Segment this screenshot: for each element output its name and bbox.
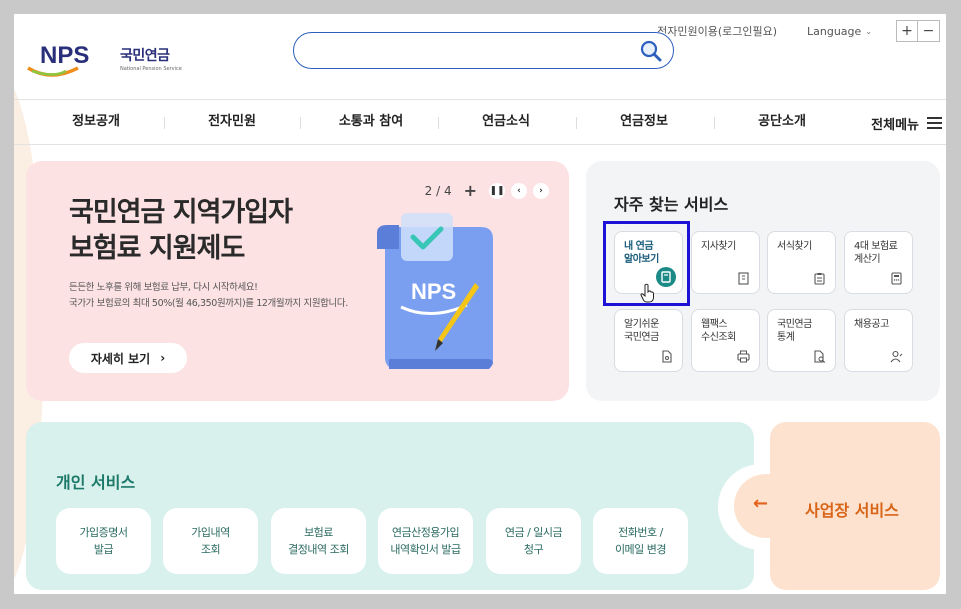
search-input[interactable] xyxy=(308,40,628,60)
search-box xyxy=(293,32,674,69)
banner-title: 국민연금 지역가입자 보험료 지원제도 xyxy=(69,197,293,264)
service-insurance-calculator[interactable]: 4대 보험료 계산기 xyxy=(844,231,913,294)
promo-banner[interactable]: 국민연금 지역가입자 보험료 지원제도 든든한 노후를 위해 보험료 납부, 다… xyxy=(26,161,569,401)
service-webfax[interactable]: 웹팩스 수신조회 xyxy=(691,309,760,372)
service-easy-pension[interactable]: 알기쉬운 국민연금 xyxy=(614,309,683,372)
main-nav: 정보공개 전자민원 소통과 참여 연금소식 연금정보 공단소개 전체메뉴 xyxy=(14,99,946,145)
nav-item-about[interactable]: 공단소개 xyxy=(742,100,822,146)
service-branch-finder[interactable]: 지사찾기 xyxy=(691,231,760,294)
page-frame: 전자민원이용(로그인필요) Language ⌄ + − NPS 국민연금 Na… xyxy=(14,14,946,594)
banner-description: 든든한 노후를 위해 보험료 납부, 다시 시작하세요! 국가가 보험료의 최대… xyxy=(69,282,348,309)
business-label: 사업장 서비스 xyxy=(805,501,899,520)
illustration-text: NPS xyxy=(411,279,456,304)
nav-item-civil[interactable]: 전자민원 xyxy=(192,100,272,146)
nav-divider xyxy=(164,117,165,129)
nav-divider xyxy=(438,117,439,129)
personal-pension-claim[interactable]: 연금 / 일시금 청구 xyxy=(486,508,581,574)
personal-subscription-history[interactable]: 가입내역 조회 xyxy=(163,508,258,574)
banner-plus-button[interactable]: + xyxy=(464,181,477,200)
nav-divider xyxy=(576,117,577,129)
nps-logo-icon: NPS xyxy=(27,42,89,77)
person-icon xyxy=(890,350,903,363)
chevron-down-icon: ⌄ xyxy=(865,26,872,36)
civil-login-link[interactable]: 전자민원이용(로그인필요) xyxy=(657,23,777,39)
banner-more-label: 자세히 보기 xyxy=(90,351,151,366)
all-menu-button[interactable]: 전체메뉴 xyxy=(871,100,942,146)
chevron-right-icon: › xyxy=(160,351,166,365)
nps-document-illustration-icon: NPS xyxy=(377,213,493,369)
nav-item-pension-info[interactable]: 연금정보 xyxy=(604,100,684,146)
arrow-left-icon: ← xyxy=(753,493,769,514)
frequent-services: 자주 찾는 서비스 내 연금 알아보기 지사찾기 서식찾기 4대 보험료 계산기… xyxy=(586,161,940,401)
site-logo[interactable]: NPS 국민연금 National Pension Service xyxy=(26,38,182,78)
nav-item-community[interactable]: 소통과 참여 xyxy=(326,100,416,146)
utility-bar: 전자민원이용(로그인필요) Language ⌄ + − xyxy=(657,20,940,42)
search-icon[interactable] xyxy=(639,39,663,63)
building-icon xyxy=(738,272,749,285)
service-form-finder[interactable]: 서식찾기 xyxy=(767,231,836,294)
service-pension-statistics[interactable]: 국민연금 통계 xyxy=(767,309,836,372)
personal-subscription-certificate[interactable]: 가입증명서 발급 xyxy=(56,508,151,574)
nav-item-info[interactable]: 정보공개 xyxy=(56,100,136,146)
personal-pension-calc-certificate[interactable]: 연금산정용가입 내역확인서 발급 xyxy=(378,508,473,574)
all-menu-label: 전체메뉴 xyxy=(871,117,919,133)
language-select[interactable]: Language ⌄ xyxy=(807,25,872,38)
chevron-right-icon[interactable]: › xyxy=(533,182,549,199)
hand-cursor-icon xyxy=(640,283,654,303)
zoom-in-button[interactable]: + xyxy=(896,20,918,42)
logo-mark-text: NPS xyxy=(40,42,89,69)
banner-more-button[interactable]: 자세히 보기 › xyxy=(69,343,187,373)
nav-item-news[interactable]: 연금소식 xyxy=(466,100,546,146)
banner-page-indicator: 2 / 4 xyxy=(424,183,452,198)
banner-controls: 2 / 4 + ❚❚ ‹ › xyxy=(425,181,549,200)
language-label: Language xyxy=(807,24,862,38)
pause-icon[interactable]: ❚❚ xyxy=(489,182,505,199)
nav-divider xyxy=(300,117,301,129)
document-icon xyxy=(662,350,672,363)
printer-icon xyxy=(737,350,750,363)
personal-title: 개인 서비스 xyxy=(56,473,136,492)
search-doc-icon xyxy=(814,350,826,363)
frequent-title: 자주 찾는 서비스 xyxy=(614,195,729,214)
logo-english: National Pension Service xyxy=(120,65,182,72)
business-services-button[interactable]: ← 사업장 서비스 xyxy=(734,422,940,590)
logo-korean: 국민연금 xyxy=(120,47,170,64)
clipboard-icon xyxy=(814,273,825,285)
zoom-out-button[interactable]: − xyxy=(918,20,940,42)
hamburger-icon xyxy=(927,117,942,129)
nav-divider xyxy=(714,117,715,129)
chevron-left-icon[interactable]: ‹ xyxy=(511,182,527,199)
calculator-icon xyxy=(891,272,902,285)
service-recruitment[interactable]: 채용공고 xyxy=(844,309,913,372)
personal-contact-change[interactable]: 전화번호 / 이메일 변경 xyxy=(593,508,688,574)
personal-premium-decision[interactable]: 보험료 결정내역 조회 xyxy=(271,508,366,574)
personal-services: 개인 서비스 가입증명서 발급 가입내역 조회 보험료 결정내역 조회 연금산정… xyxy=(26,422,754,590)
